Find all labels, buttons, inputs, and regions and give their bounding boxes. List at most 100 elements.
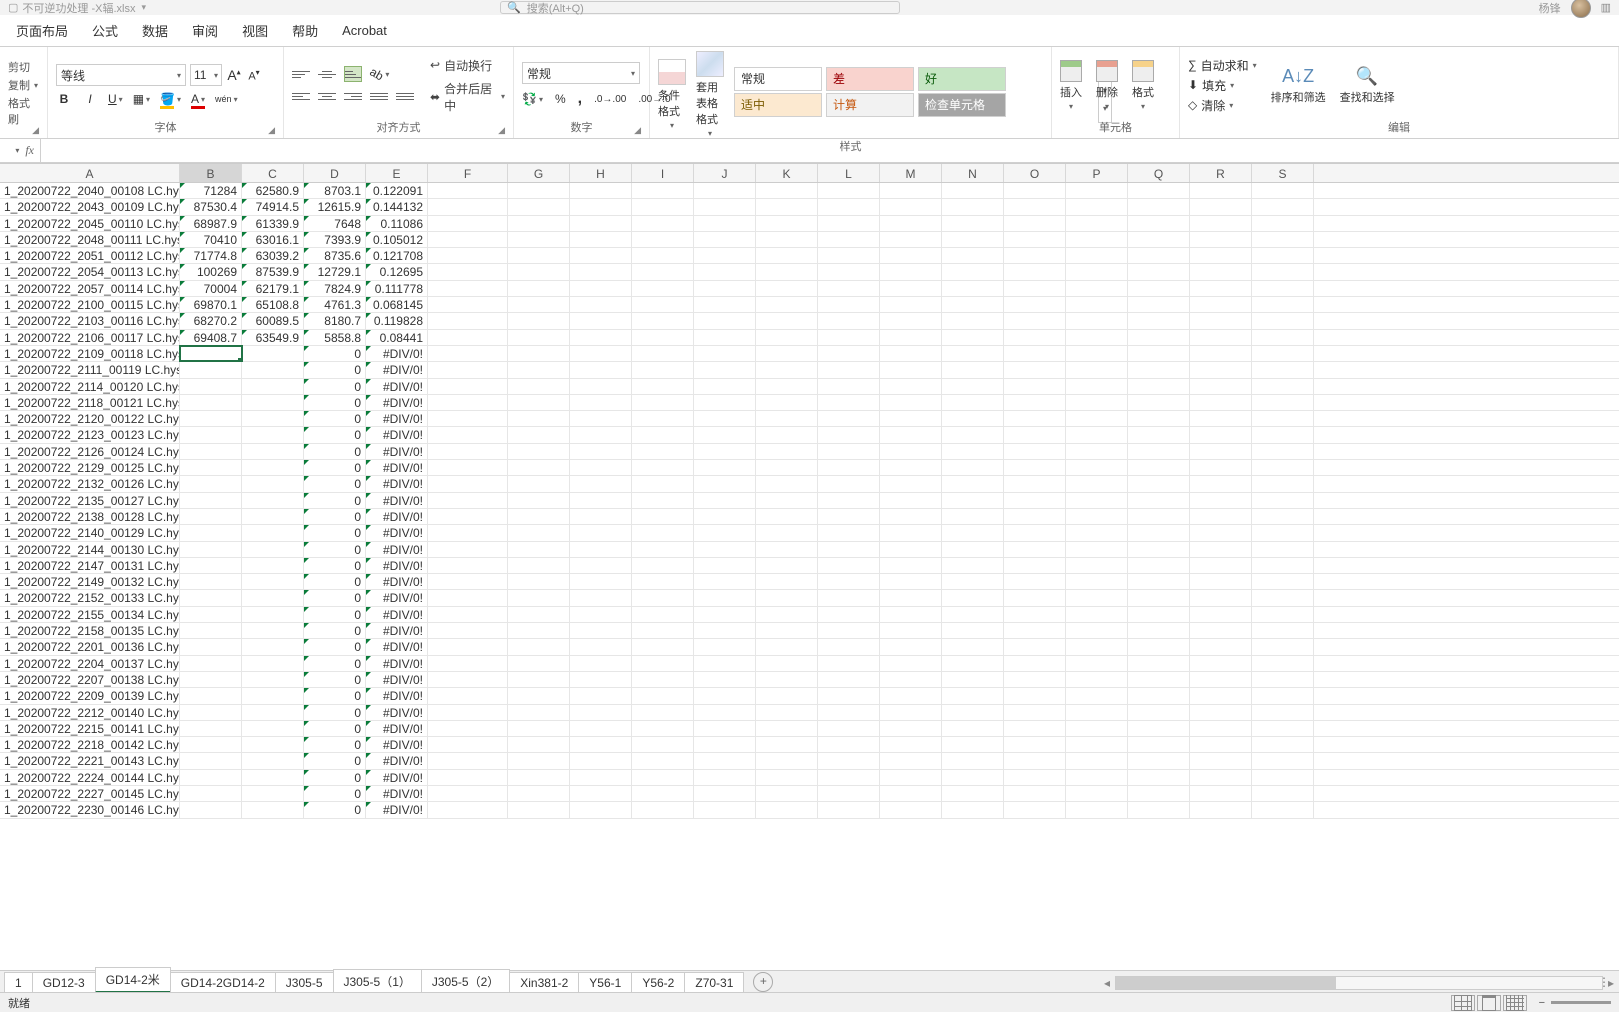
cell[interactable]	[1004, 753, 1066, 768]
cell[interactable]	[756, 672, 818, 687]
fill-button[interactable]: ⬇填充▾	[1188, 77, 1257, 94]
cell[interactable]	[880, 753, 942, 768]
cell[interactable]	[880, 232, 942, 247]
cell[interactable]	[1190, 444, 1252, 459]
cell[interactable]	[1190, 721, 1252, 736]
cell[interactable]	[1190, 281, 1252, 296]
cell[interactable]	[694, 199, 756, 214]
cell[interactable]	[1128, 199, 1190, 214]
cell[interactable]	[694, 509, 756, 524]
column-header[interactable]: G	[508, 164, 570, 182]
cell[interactable]: 0	[304, 346, 366, 361]
cell[interactable]	[180, 411, 242, 426]
cell[interactable]: 1_20200722_2138_00128 LC.hys	[0, 509, 180, 524]
cell[interactable]	[1128, 786, 1190, 801]
cell[interactable]	[1128, 737, 1190, 752]
cell[interactable]	[1190, 802, 1252, 817]
cell[interactable]	[570, 330, 632, 345]
cell[interactable]	[818, 623, 880, 638]
cell[interactable]	[1128, 639, 1190, 654]
cell[interactable]	[508, 509, 570, 524]
cell[interactable]	[242, 542, 304, 557]
cell[interactable]: 1_20200722_2144_00130 LC.hys	[0, 542, 180, 557]
cell[interactable]	[880, 411, 942, 426]
cell[interactable]	[508, 493, 570, 508]
cell[interactable]	[180, 672, 242, 687]
column-header[interactable]: C	[242, 164, 304, 182]
cell[interactable]	[1252, 199, 1314, 214]
cell[interactable]	[180, 721, 242, 736]
cell[interactable]: 1_20200722_2201_00136 LC.hys	[0, 639, 180, 654]
cell[interactable]	[508, 542, 570, 557]
align-right-icon[interactable]	[344, 88, 362, 104]
cell[interactable]: 0.144132	[366, 199, 428, 214]
cell[interactable]	[632, 232, 694, 247]
cell[interactable]	[694, 330, 756, 345]
cell[interactable]	[570, 460, 632, 475]
cell[interactable]	[428, 705, 508, 720]
cell[interactable]	[694, 183, 756, 198]
cell[interactable]	[632, 705, 694, 720]
cell[interactable]	[428, 183, 508, 198]
cell[interactable]: 0	[304, 802, 366, 817]
cell[interactable]	[508, 216, 570, 231]
cell[interactable]	[1128, 607, 1190, 622]
cell[interactable]	[756, 330, 818, 345]
cell[interactable]	[1066, 476, 1128, 491]
sheet-tab[interactable]: GD14-2米	[95, 967, 171, 993]
cell[interactable]	[1252, 264, 1314, 279]
cell[interactable]	[880, 639, 942, 654]
cell[interactable]	[694, 802, 756, 817]
align-left-icon[interactable]	[292, 88, 310, 104]
cell[interactable]	[1252, 590, 1314, 605]
cell[interactable]: 7648	[304, 216, 366, 231]
autosum-button[interactable]: ∑自动求和▾	[1188, 57, 1257, 74]
delete-cells-button[interactable]: 删除▾	[1096, 60, 1118, 111]
cell[interactable]	[570, 444, 632, 459]
cell[interactable]	[1128, 444, 1190, 459]
bold-button[interactable]: B	[56, 92, 72, 106]
cell[interactable]: 1_20200722_2227_00145 LC.hys	[0, 786, 180, 801]
cell[interactable]	[1128, 770, 1190, 785]
avatar[interactable]	[1571, 0, 1591, 18]
cell[interactable]	[632, 313, 694, 328]
cell[interactable]	[632, 542, 694, 557]
cell[interactable]	[1066, 493, 1128, 508]
cell[interactable]: 69870.1	[180, 297, 242, 312]
cell[interactable]	[508, 281, 570, 296]
cell[interactable]	[632, 753, 694, 768]
cell[interactable]: 1_20200722_2140_00129 LC.hys	[0, 525, 180, 540]
cell[interactable]	[1190, 786, 1252, 801]
sheet-tab[interactable]: J305-5	[275, 972, 334, 993]
cell[interactable]	[242, 639, 304, 654]
cell[interactable]	[1190, 607, 1252, 622]
cell[interactable]	[1004, 786, 1066, 801]
cell[interactable]	[570, 411, 632, 426]
cell[interactable]: 0	[304, 542, 366, 557]
cell[interactable]	[942, 770, 1004, 785]
cell[interactable]	[570, 688, 632, 703]
cell[interactable]	[1066, 721, 1128, 736]
increase-decimal-icon[interactable]: .0→.00	[594, 94, 626, 105]
cell[interactable]	[818, 542, 880, 557]
cell[interactable]	[632, 802, 694, 817]
cell[interactable]	[1190, 379, 1252, 394]
cell[interactable]	[508, 705, 570, 720]
cell[interactable]	[756, 770, 818, 785]
cell[interactable]: #DIV/0!	[366, 753, 428, 768]
cell[interactable]	[880, 313, 942, 328]
cell[interactable]	[570, 395, 632, 410]
page-layout-view-button[interactable]	[1477, 995, 1501, 1011]
wrap-text-button[interactable]: ↩自动换行	[430, 57, 505, 74]
cell[interactable]	[632, 444, 694, 459]
cell[interactable]	[818, 362, 880, 377]
conditional-format-button[interactable]: 条件格式▾	[658, 59, 686, 130]
cell[interactable]	[242, 427, 304, 442]
cell[interactable]	[1004, 395, 1066, 410]
cell[interactable]	[694, 623, 756, 638]
cell[interactable]	[1252, 721, 1314, 736]
cell[interactable]	[1252, 232, 1314, 247]
cell[interactable]	[942, 313, 1004, 328]
cell[interactable]	[756, 525, 818, 540]
cell[interactable]	[880, 444, 942, 459]
